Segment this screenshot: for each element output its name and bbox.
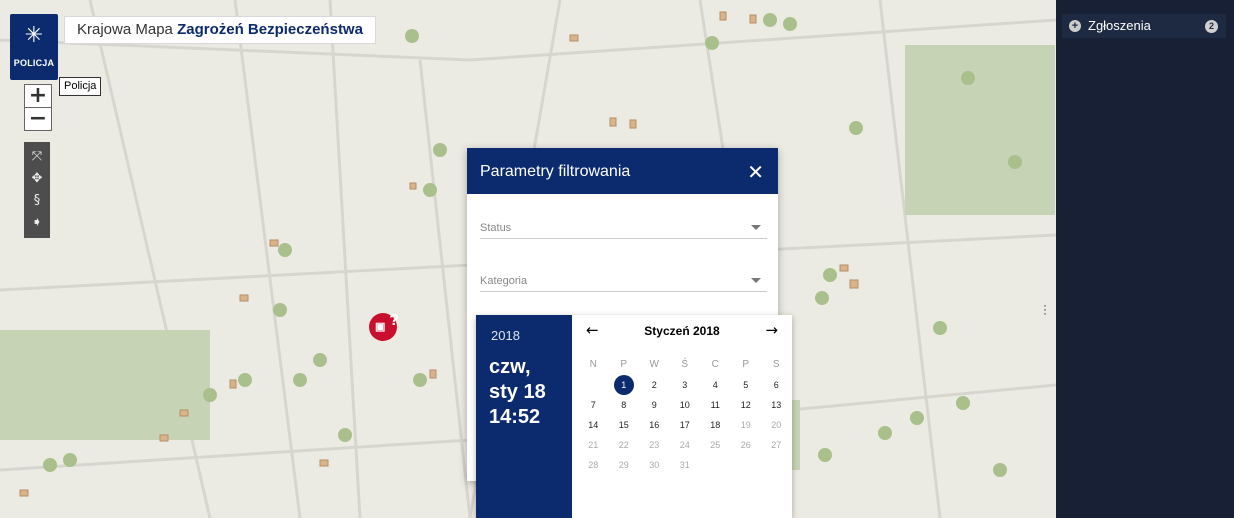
status-select[interactable]: Status	[480, 220, 767, 239]
time[interactable]: 14:52	[489, 405, 546, 430]
zoom-control: + −	[24, 84, 52, 131]
sidebar: + Zgłoszenia 2	[1056, 0, 1234, 518]
selected-datetime: czw, sty 18 14:52	[489, 355, 546, 430]
month-nav: ← Styczeń 2018 →	[572, 321, 792, 343]
fullscreen-icon[interactable]: ⤧	[24, 146, 50, 168]
status-label: Status	[480, 222, 512, 234]
date-picker-header: 2018 czw, sty 18 14:52	[476, 315, 572, 518]
weekday-label: C	[711, 359, 719, 370]
chevron-down-icon	[751, 278, 761, 283]
date-short: sty 18	[489, 381, 546, 403]
chevron-down-icon	[751, 225, 761, 230]
zoom-in-button[interactable]: +	[25, 85, 51, 108]
week-row: 21 22 23 24 25 26 27	[578, 435, 792, 455]
day-cell[interactable]: 5	[731, 375, 762, 395]
day-cell[interactable]: 9	[639, 395, 670, 415]
day-cell[interactable]: 16	[639, 415, 670, 435]
day-cell[interactable]: 7	[578, 395, 609, 415]
locate-icon[interactable]: ✥	[24, 168, 50, 190]
day-cell[interactable]: 3	[670, 375, 701, 395]
count-badge: 2	[1205, 20, 1218, 33]
day-cell[interactable]: 4	[700, 375, 731, 395]
tag-icon[interactable]: ➧	[24, 212, 50, 234]
map-toolbar: ⤧ ✥ § ➧	[24, 142, 50, 238]
weekday-label: S	[772, 359, 780, 370]
category-label: Kategoria	[480, 275, 528, 287]
logo-tooltip: Policja	[59, 77, 102, 96]
day-cell: 28	[588, 460, 599, 470]
day-cell: 25	[710, 440, 721, 450]
modal-title: Parametry filtrowania	[480, 163, 631, 180]
day-cell[interactable]: 6	[761, 375, 792, 395]
day-cell: 19	[740, 420, 751, 430]
day-short: czw,	[489, 356, 531, 378]
day-cell[interactable]: 10	[670, 395, 701, 415]
plus-circle-icon: +	[1069, 20, 1081, 32]
weekday-label: N	[589, 359, 597, 370]
close-icon[interactable]: ✕	[747, 148, 764, 196]
day-cell: 31	[679, 460, 690, 470]
day-cell[interactable]: 1	[609, 375, 640, 395]
logo-text: POLICJA	[13, 58, 55, 68]
day-cell: 26	[740, 440, 751, 450]
incident-marker[interactable]: ▣ ?	[369, 312, 399, 341]
week-row: 28 29 30 31	[578, 455, 792, 475]
page-title: Krajowa Mapa Zagrożeń Bezpieczeństwa	[64, 16, 376, 44]
day-cell: 30	[649, 460, 660, 470]
day-cell: 27	[771, 440, 782, 450]
day-cell: 20	[771, 420, 782, 430]
next-month-icon[interactable]: →	[765, 321, 778, 339]
category-select[interactable]: Kategoria	[480, 273, 767, 292]
day-cell[interactable]: 11	[700, 395, 731, 415]
day-cell[interactable]: 12	[731, 395, 762, 415]
day-cell: 24	[679, 440, 690, 450]
day-cell: 23	[649, 440, 660, 450]
week-row: 14 15 16 17 18 19 20	[578, 415, 792, 435]
police-logo[interactable]: ✳ POLICJA	[10, 14, 58, 80]
sidebar-item-label: Zgłoszenia	[1088, 18, 1151, 33]
question-icon: ?	[389, 312, 399, 329]
car-icon: ▣	[375, 321, 386, 333]
calendar-grid: N P W Ś C P S 1 2 3 4 5 6 7 8 9 10 11 12 13 14 15 16 17 18 19 20 21…	[578, 355, 792, 475]
weekday-label: W	[649, 359, 659, 370]
zoom-out-button[interactable]: −	[25, 108, 51, 130]
title-plain: Krajowa Mapa	[77, 21, 173, 38]
empty-cell	[700, 455, 731, 475]
date-picker: 2018 czw, sty 18 14:52 ← Styczeń 2018 → …	[476, 315, 792, 518]
resize-handle-icon[interactable]: · · ·	[1043, 299, 1047, 319]
day-cell[interactable]: 8	[609, 395, 640, 415]
month-label: Styczeń 2018	[644, 324, 720, 338]
year-selector[interactable]: 2018	[491, 328, 520, 343]
day-cell[interactable]: 14	[578, 415, 609, 435]
empty-cell	[731, 455, 762, 475]
day-cell[interactable]: 2	[639, 375, 670, 395]
weekday-row: NPWŚCPS	[578, 355, 792, 375]
calendar-body: ← Styczeń 2018 → N P W Ś C P S 1 2 3 4 5 6 7 8 9 10 11 12 1…	[572, 315, 792, 518]
weekday-label: P	[742, 359, 750, 370]
day-cell[interactable]: 13	[761, 395, 792, 415]
day-cell[interactable]: 17	[670, 415, 701, 435]
empty-cell	[761, 455, 792, 475]
legal-icon[interactable]: §	[24, 190, 50, 212]
day-cell[interactable]: 18	[700, 415, 731, 435]
day-cell: 21	[588, 440, 599, 450]
sidebar-item-reports[interactable]: + Zgłoszenia 2	[1062, 14, 1226, 38]
week-row: 7 8 9 10 11 12 13	[578, 395, 792, 415]
weekday-label: Ś	[681, 359, 689, 370]
day-cell: 22	[618, 440, 629, 450]
empty-cell	[578, 375, 609, 395]
week-row: 123456	[578, 375, 792, 395]
day-cell: 29	[618, 460, 629, 470]
weekday-label: P	[620, 359, 628, 370]
police-star-icon: ✳	[24, 23, 44, 48]
day-cell[interactable]: 15	[609, 415, 640, 435]
modal-header: Parametry filtrowania ✕	[467, 148, 778, 194]
title-bold: Zagrożeń Bezpieczeństwa	[177, 21, 363, 38]
